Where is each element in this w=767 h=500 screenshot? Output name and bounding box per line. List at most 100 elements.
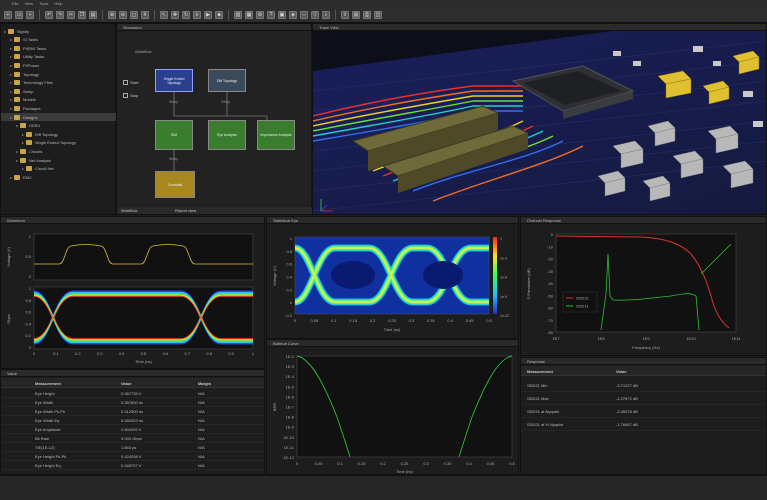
menu-view[interactable]: View	[24, 1, 33, 6]
table-cell: SDD21 at ½ Nyquist	[527, 422, 564, 427]
layers-icon[interactable]: ≡	[193, 10, 201, 19]
column-header[interactable]: Margin	[198, 381, 211, 386]
edge-label: Setup	[221, 100, 231, 104]
rotate-icon[interactable]: ↻	[182, 10, 190, 19]
tree-item[interactable]: ▸ Diff Topology	[1, 130, 117, 138]
new-file-icon[interactable]: +	[4, 10, 12, 19]
workflow-node-diff[interactable]: Diff Topology	[208, 69, 246, 92]
chart-icon[interactable]: ▥	[234, 10, 242, 19]
tree-item[interactable]: ▸ Setup	[1, 87, 117, 95]
response-table-header: Measurement Value	[521, 366, 766, 376]
table-row[interactable]: Eye Amplitude 0.804292 V N/A	[1, 425, 264, 434]
settings-icon[interactable]: ⚙	[256, 10, 264, 19]
undo-icon[interactable]: ↶	[45, 10, 53, 19]
table-row[interactable]: Eye Width Pk-Pk 0.312500 ns N/A	[1, 407, 264, 416]
tree-item[interactable]: ▸ Utility Tasks	[1, 53, 117, 61]
report-view-tab[interactable]: Report view	[175, 207, 196, 214]
move-icon[interactable]: ✥	[171, 10, 179, 19]
menu-help[interactable]: Help	[54, 1, 62, 6]
window-icon[interactable]: ◫	[374, 10, 382, 19]
table-cell: 1.663 ps	[121, 445, 137, 450]
table-row[interactable]: Eye Height 0.387735 V N/A	[1, 389, 264, 398]
tree-item[interactable]: ▸ Single Ended Topology	[1, 139, 117, 147]
zoom-in-icon[interactable]: ⊕	[108, 10, 116, 19]
filter-icon[interactable]: ▽	[311, 10, 319, 19]
cut-icon[interactable]: ✂	[67, 10, 75, 19]
grid-icon[interactable]: #	[141, 10, 149, 19]
channel-response-chart[interactable]: 0 -10 -20 -30 -40 -50 -60 -70 -80 S-Parameter (dB…	[521, 224, 767, 357]
menu-file[interactable]: File	[12, 1, 18, 6]
stop-icon[interactable]: ■	[215, 10, 223, 19]
search-icon[interactable]: ⌕	[322, 10, 330, 19]
column-header[interactable]: Measurement	[35, 381, 61, 386]
export-icon[interactable]: ⇪	[341, 10, 349, 19]
workflow-node-impedance[interactable]: Impedance Analysis	[257, 120, 295, 150]
tree-item[interactable]: ▸ Designs	[1, 113, 117, 121]
menu-tools[interactable]: Tools	[39, 1, 48, 6]
table-row[interactable]: Eye Width Eq 0.280303 ns N/A	[1, 416, 264, 425]
column-header[interactable]: Measurement	[527, 369, 553, 374]
tree-item[interactable]: ▸ Signity	[1, 27, 117, 35]
tree-item[interactable]: ▸ PI/Power	[1, 61, 117, 69]
pcb-icon[interactable]: ▣	[278, 10, 286, 19]
tree-item[interactable]: ▸ EMC	[1, 173, 117, 181]
tree-item[interactable]: ▸ Circuit Net	[1, 165, 117, 173]
tree-item[interactable]: ▸ SI Tasks	[1, 36, 117, 44]
report-icon[interactable]: ▤	[352, 10, 360, 19]
print-icon[interactable]: ⎙	[363, 10, 371, 19]
tree-item[interactable]: ▸ Topology	[1, 70, 117, 78]
run-icon[interactable]: ▶	[204, 10, 212, 19]
x-tick-label: 1E10	[686, 336, 696, 341]
x-tick-label: 0.5	[509, 461, 515, 466]
table-row[interactable]: SDD21 at ½ Nyquist -1.78467 dB	[521, 418, 766, 431]
copy-icon[interactable]: ❐	[78, 10, 86, 19]
tree-item-label: Topology	[23, 71, 40, 77]
redo-icon[interactable]: ↷	[56, 10, 64, 19]
pcb-3d-render[interactable]	[313, 31, 767, 215]
workflow-footer-tab[interactable]: Workflow	[121, 207, 137, 214]
open-folder-icon[interactable]: ▭	[15, 10, 23, 19]
tree-item[interactable]: ▸ DDR4	[1, 122, 117, 130]
table-row[interactable]: TIE(1E-12) 1.663 ps N/A	[1, 443, 264, 452]
table-row[interactable]: Eye Height Eq 0.348707 V N/A	[1, 461, 264, 470]
3d-view-icon[interactable]: ◈	[289, 10, 297, 19]
tree-item[interactable]: ▸ Net Analysis	[1, 156, 117, 164]
measure-icon[interactable]: ⇔	[300, 10, 308, 19]
project-tree-panel: ▸ Signity ▸ SI Tasks ▸ PI/EMI Tasks ▸ Utility T…	[0, 23, 117, 215]
fit-icon[interactable]: ◻	[130, 10, 138, 19]
toolbar-separator	[228, 9, 229, 20]
workflow-node-eye-analysis[interactable]: Eye Analysis	[208, 120, 246, 150]
bathtub-title: Bathtub Curve	[267, 340, 518, 347]
workflow-node-crosstalk[interactable]: Crosstalk	[155, 171, 195, 198]
waveform-chart[interactable]: 1 0.5 0 Voltage (V) 1 0.8 0.6 0.4 0.2 0 Gbps 0 0.1 0.…	[1, 224, 266, 370]
tree-item-label: PI/EMI Tasks	[23, 45, 47, 51]
eye-opening	[331, 261, 375, 289]
y-tick-label: 0.2	[25, 333, 31, 338]
paste-icon[interactable]: ▤	[89, 10, 97, 19]
tree-item[interactable]: ▸ Circuits	[1, 147, 117, 155]
tree-item[interactable]: ▸ Packages	[1, 104, 117, 112]
column-header[interactable]: Value	[616, 369, 626, 374]
y-tick-label: -50	[547, 293, 554, 298]
workflow-node-sim[interactable]: SIM	[155, 120, 193, 150]
select-icon[interactable]: ↖	[160, 10, 168, 19]
table-icon[interactable]: ▦	[245, 10, 253, 19]
tree-item[interactable]: ▸ Models	[1, 96, 117, 104]
table-row[interactable]: Eye Height Pk-Pk 0.424298 V N/A	[1, 452, 264, 461]
column-header[interactable]: Value	[121, 381, 131, 386]
tree-item[interactable]: ▸ PI/EMI Tasks	[1, 44, 117, 52]
save-icon[interactable]: ▪	[26, 10, 34, 19]
table-row[interactable]: Bit Rate 5.000 Gbps N/A	[1, 434, 264, 443]
statistical-eye-chart[interactable]: 10.80.60.40.20-0.2Voltage (V)0 0.05 0.1 0.1…	[267, 224, 520, 340]
table-row[interactable]: SDD21 Max -1.37672 dB	[521, 392, 766, 405]
zoom-out-icon[interactable]: ⊖	[119, 10, 127, 19]
workflow-node-single-ended[interactable]: Single Ended Topology	[155, 69, 193, 92]
bathtub-chart[interactable]: 1E-2 1E-3 1E-4 1E-5 1E-6 1E-7 1E-8 1E-9 1E-10 1E-…	[267, 347, 520, 476]
table-row[interactable]: SDD21 at Nyquist -2.45378 dB	[521, 405, 766, 418]
help-icon[interactable]: ?	[267, 10, 275, 19]
table-row[interactable]: Eye Width 0.357600 ns N/A	[1, 398, 264, 407]
x-tick-label: 0.15	[349, 318, 358, 323]
tree-item[interactable]: ▸ Technology Files	[1, 79, 117, 87]
table-row[interactable]: SDD21 Min -3.71227 dB	[521, 379, 766, 392]
table-cell: SDD21 at Nyquist	[527, 409, 559, 414]
